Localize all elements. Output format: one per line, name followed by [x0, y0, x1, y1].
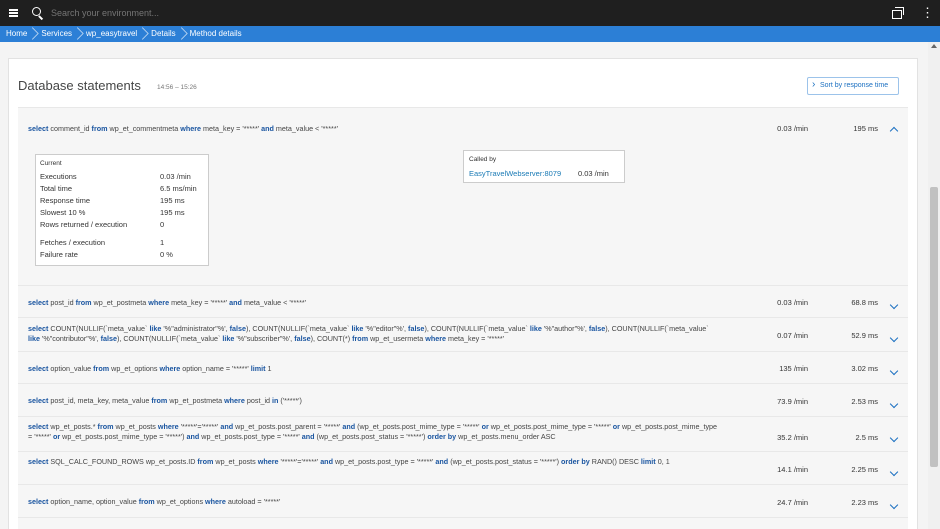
statement-sql: select COUNT(NULLIF(`meta_value` like '%…: [28, 324, 709, 343]
more-options-icon[interactable]: [918, 7, 934, 19]
top-bar: [0, 0, 940, 26]
statement-response-time: 2.25 ms: [851, 465, 878, 474]
statement-response-time: 2.5 ms: [855, 433, 878, 442]
windows-icon[interactable]: [892, 7, 904, 19]
statement-sql: select post_id, meta_key, meta_value fro…: [28, 396, 302, 405]
breadcrumb-services[interactable]: Services: [35, 26, 80, 42]
called-by-rate: 0.03 /min: [578, 169, 609, 178]
statement-row[interactable]: select post_id from wp_et_postmeta where…: [18, 285, 908, 317]
expand-chevron-icon[interactable]: [890, 302, 898, 310]
expand-chevron-icon[interactable]: [890, 502, 898, 510]
hamburger-menu-icon[interactable]: [0, 0, 26, 26]
breadcrumb-details[interactable]: Details: [145, 26, 183, 42]
statement-rate: 24.7 /min: [777, 498, 808, 507]
scroll-up-arrow-icon[interactable]: [931, 44, 937, 48]
statement-row[interactable]: select option_value from wp_et_options w…: [18, 351, 908, 383]
database-statements-card: Database statements 14:56 – 15:26 Sort b…: [8, 58, 918, 529]
metric-slowest-10: Slowest 10 % 195 ms: [40, 208, 185, 217]
expand-chevron-icon[interactable]: [890, 401, 898, 409]
statement-row[interactable]: select COUNT(NULLIF(`meta_value` like '%…: [18, 317, 908, 351]
expand-chevron-icon[interactable]: [890, 469, 898, 477]
statement-row[interactable]: select wp_et_posts.* from wp_et_posts wh…: [18, 416, 908, 451]
sort-by-response-time-button[interactable]: Sort by response time: [807, 77, 899, 95]
statement-response-time: 2.53 ms: [851, 397, 878, 406]
expand-chevron-icon[interactable]: [890, 368, 898, 376]
main-content: Database statements 14:56 – 15:26 Sort b…: [0, 42, 928, 529]
statement-rate: 0.07 /min: [777, 331, 808, 340]
scrollbar-thumb[interactable]: [930, 187, 938, 467]
statement-response-time: 68.8 ms: [851, 298, 878, 307]
statement-sql: select option_value from wp_et_options w…: [28, 364, 272, 373]
statement-row[interactable]: select post_id, meta_key, meta_value fro…: [18, 383, 908, 416]
search-input[interactable]: [51, 8, 451, 18]
breadcrumb-service[interactable]: wp_easytravel: [80, 26, 145, 42]
metric-rows-returned: Rows returned / execution 0: [40, 220, 165, 229]
collapse-chevron-icon[interactable]: [890, 125, 898, 133]
statement-row[interactable]: select wp_et_posts.* from wp_et_posts wh…: [18, 517, 908, 529]
statement-response-time: 195 ms: [853, 124, 878, 133]
statement-row[interactable]: select SQL_CALC_FOUND_ROWS wp_et_posts.I…: [18, 451, 908, 484]
statement-rate: 135 /min: [779, 364, 808, 373]
statement-sql: select comment_id from wp_et_commentmeta…: [28, 124, 338, 133]
statement-response-time: 2.23 ms: [851, 498, 878, 507]
metric-fetches: Fetches / execution 1: [40, 238, 165, 247]
statement-rate: 0.03 /min: [777, 124, 808, 133]
search-icon[interactable]: [31, 6, 45, 20]
metric-failure-rate: Failure rate 0 %: [40, 250, 173, 259]
time-range: 14:56 – 15:26: [157, 84, 197, 91]
called-by-title: Called by: [469, 156, 497, 163]
statement-rate: 73.9 /min: [777, 397, 808, 406]
breadcrumb-method-details[interactable]: Method details: [184, 26, 250, 42]
section-title: Database statements: [18, 78, 141, 93]
statement-rate: 0.03 /min: [777, 298, 808, 307]
statement-sql: select wp_et_posts.* from wp_et_posts wh…: [28, 422, 718, 441]
statement-row-expanded[interactable]: select comment_id from wp_et_commentmeta…: [18, 107, 908, 285]
current-metrics-panel: Current Executions 0.03 /min Total time 6.…: [35, 154, 209, 266]
statement-response-time: 52.9 ms: [851, 331, 878, 340]
vertical-scrollbar[interactable]: [928, 42, 940, 529]
statement-response-time: 3.02 ms: [851, 364, 878, 373]
metric-total-time: Total time 6.5 ms/min: [40, 184, 197, 193]
statement-rate: 35.2 /min: [777, 433, 808, 442]
breadcrumb-home[interactable]: Home: [0, 26, 35, 42]
current-title: Current: [40, 160, 62, 167]
expand-chevron-icon[interactable]: [890, 335, 898, 343]
expand-chevron-icon[interactable]: [890, 435, 898, 443]
statement-sql: select post_id from wp_et_postmeta where…: [28, 298, 307, 307]
statement-sql: select option_name, option_value from wp…: [28, 497, 281, 506]
statement-rate: 14.1 /min: [777, 465, 808, 474]
statement-sql: select SQL_CALC_FOUND_ROWS wp_et_posts.I…: [28, 457, 670, 466]
statement-row[interactable]: select option_name, option_value from wp…: [18, 484, 908, 517]
breadcrumb: Home Services wp_easytravel Details Meth…: [0, 26, 940, 42]
called-by-service-link[interactable]: EasyTravelWebserver:8079: [469, 169, 561, 178]
called-by-panel: Called by EasyTravelWebserver:8079 0.03 …: [463, 150, 625, 183]
metric-executions: Executions 0.03 /min: [40, 172, 191, 181]
metric-response-time: Response time 195 ms: [40, 196, 185, 205]
